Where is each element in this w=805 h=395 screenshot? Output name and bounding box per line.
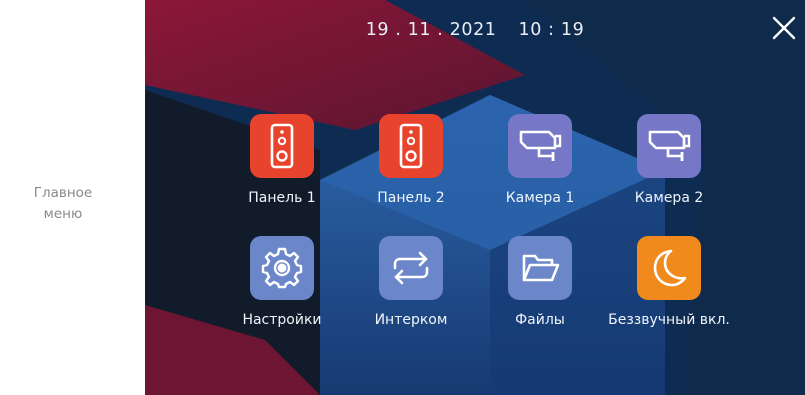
date-time-display: 19 . 11 . 2021 10 : 19	[145, 20, 805, 40]
screen-caption-line-2: меню	[43, 206, 83, 222]
date-text: 19 . 11 . 2021	[365, 20, 497, 40]
tile-panel-1-label: Панель 1	[248, 190, 316, 206]
tile-panel-2-label: Панель 2	[377, 190, 445, 206]
tile-camera-1[interactable]: Камера 1	[465, 114, 615, 206]
close-button[interactable]	[771, 15, 797, 41]
intercom-icon-box	[379, 236, 443, 300]
tile-panel-2[interactable]: Панель 2	[336, 114, 486, 206]
gear-icon	[261, 247, 303, 289]
tile-files[interactable]: Файлы	[465, 236, 615, 328]
doorbell-panel-icon	[399, 123, 423, 169]
close-icon	[772, 16, 796, 40]
panel-2-icon-box	[379, 114, 443, 178]
tile-silent-mode[interactable]: Беззвучный вкл.	[594, 236, 744, 328]
files-icon-box	[508, 236, 572, 300]
camera-1-icon-box	[508, 114, 572, 178]
cctv-camera-icon	[648, 130, 691, 161]
time-text: 10 : 19	[518, 20, 585, 40]
cctv-camera-icon	[519, 130, 562, 161]
tile-camera-2[interactable]: Камера 2	[594, 114, 744, 206]
main-menu-screen: 19 . 11 . 2021 10 : 19 Панель 1 Панель 2…	[145, 0, 805, 395]
tile-settings[interactable]: Настройки	[207, 236, 357, 328]
tile-settings-label: Настройки	[242, 312, 322, 328]
folder-icon	[522, 254, 560, 282]
tile-panel-1[interactable]: Панель 1	[207, 114, 357, 206]
tile-intercom[interactable]: Интерком	[336, 236, 486, 328]
tile-silent-mode-label: Беззвучный вкл.	[608, 312, 730, 328]
screen-caption-line-1: Главное	[33, 185, 93, 201]
screen-caption: Главное меню	[18, 183, 108, 225]
settings-icon-box	[250, 236, 314, 300]
doorbell-panel-icon	[270, 123, 294, 169]
tile-camera-1-label: Камера 1	[505, 190, 575, 206]
silent-mode-icon-box	[637, 236, 701, 300]
tile-intercom-label: Интерком	[374, 312, 448, 328]
camera-2-icon-box	[637, 114, 701, 178]
tile-camera-2-label: Камера 2	[634, 190, 704, 206]
panel-1-icon-box	[250, 114, 314, 178]
moon-icon	[653, 249, 687, 287]
tile-files-label: Файлы	[515, 312, 565, 328]
intercom-arrows-icon	[393, 251, 429, 285]
